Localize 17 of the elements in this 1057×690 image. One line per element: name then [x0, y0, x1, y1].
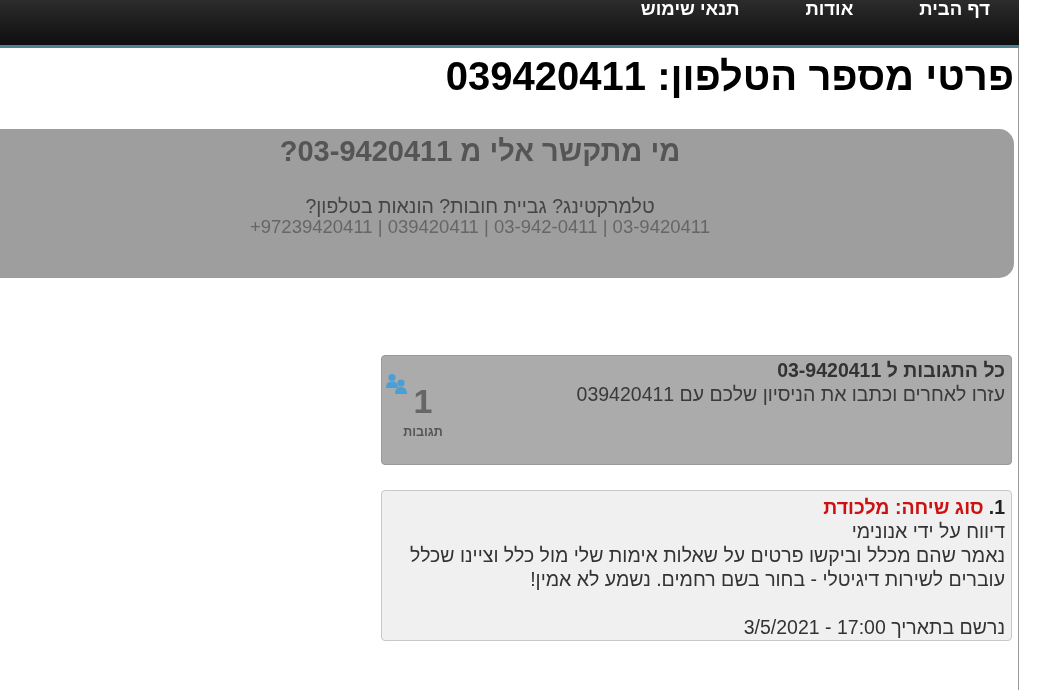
nav-link[interactable]: אודות — [805, 0, 854, 18]
summary-title: כל התגובות ל 03-9420411 — [777, 358, 1005, 382]
number-formats: +97239420411 | 039420411 | 03-942-0411 | 03-9420411 — [250, 217, 710, 237]
nav-link[interactable]: דף הבית — [919, 0, 990, 18]
comment-author: דיווח על ידי אנונימי — [851, 519, 1005, 543]
banner-subtitle: טלמרקטינג? גביית חובות? הונאות בטלפון? — [305, 195, 655, 217]
comment-number: 1. — [988, 495, 1005, 519]
call-type: סוג שיחה: מלכודת — [823, 495, 984, 519]
nav-link[interactable]: תנאי שימוש — [640, 0, 740, 18]
summary-subtitle: עזרו לאחרים וכתבו את הניסיון שלכם עם 039420411 — [576, 382, 1005, 406]
comment-date: נרשם בתאריך 17:00 - 3/5/2021 — [743, 615, 1005, 639]
comment-text: נאמר שהם מכלל וביקשו פרטים על שאלות אימות שלי מול כלל וציינו שכלל עוברים לשירות דיגיטלי - בחור בשם רחמים. נשמע לא אמין! — [409, 543, 1005, 591]
banner-title: מי מתקשר אלי מ 03-9420411? — [279, 134, 681, 169]
page-title: פרטי מספר הטלפון: 039420411 — [445, 53, 1015, 99]
comment-count: 1 — [413, 383, 433, 419]
users-icon — [386, 373, 408, 394]
comment-count-label: תגובות — [403, 424, 443, 440]
